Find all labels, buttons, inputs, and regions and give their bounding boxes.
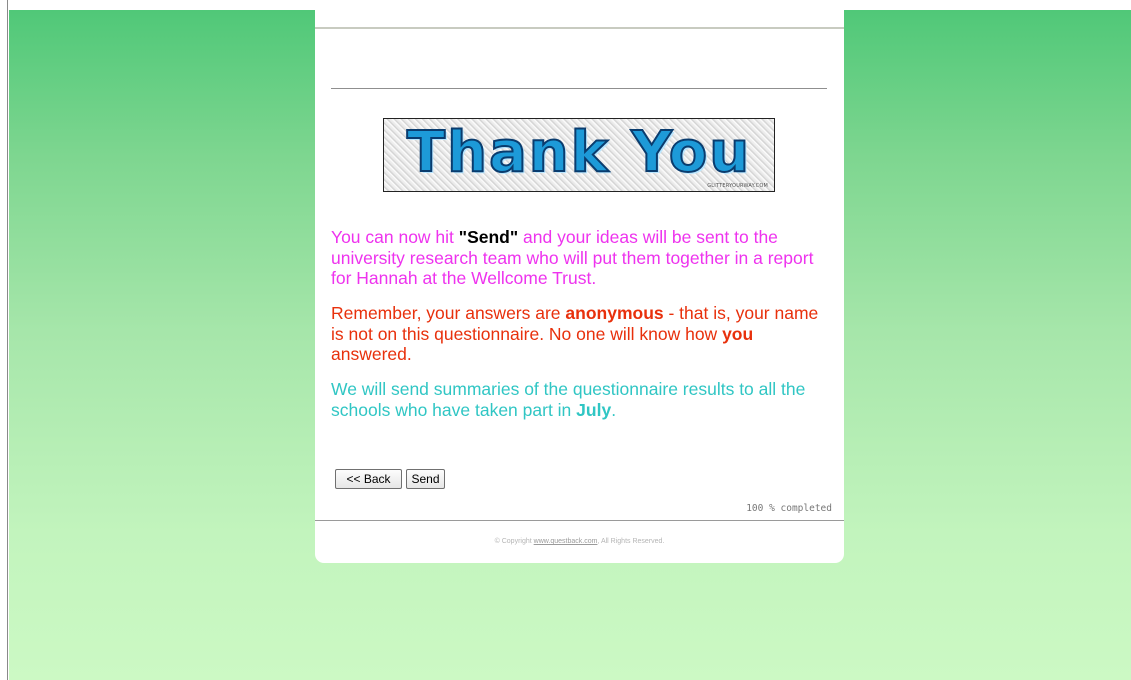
- send-instruction-text-start: You can now hit: [331, 227, 459, 247]
- content-divider: [331, 88, 827, 89]
- you-keyword: you: [722, 323, 754, 344]
- back-button[interactable]: << Back: [335, 469, 402, 489]
- anonymity-text-end: answered.: [331, 344, 412, 364]
- anonymous-keyword: anonymous: [565, 303, 664, 323]
- thank-you-banner-image: Thank You GLITTERYOURWAY.COM: [383, 118, 775, 192]
- progress-indicator: 100 % completed: [746, 503, 832, 514]
- copyright-suffix: , All Rights Reserved.: [597, 538, 665, 545]
- july-keyword: July: [576, 399, 612, 420]
- results-text-end: .: [611, 399, 617, 420]
- anonymity-paragraph: Remember, your answers are anonymous - t…: [331, 303, 831, 365]
- send-keyword: "Send": [458, 227, 519, 247]
- footer-divider: [315, 520, 844, 521]
- questback-link[interactable]: www.questback.com: [534, 538, 598, 545]
- send-instruction-paragraph: You can now hit "Send" and your ideas wi…: [331, 227, 831, 289]
- thank-you-banner-text: Thank You: [406, 120, 752, 185]
- results-summary-paragraph: We will send summaries of the questionna…: [331, 379, 831, 420]
- survey-card: Thank You GLITTERYOURWAY.COM You can now…: [315, 10, 844, 563]
- header-divider: [315, 27, 844, 29]
- copyright-prefix: © Copyright: [494, 538, 534, 545]
- copyright-footer: © Copyright www.questback.com, All Right…: [315, 538, 844, 545]
- window-left-border: [0, 0, 8, 680]
- anonymity-text-start: Remember, your answers are: [331, 303, 566, 323]
- send-button[interactable]: Send: [406, 469, 445, 489]
- banner-credit: GLITTERYOURWAY.COM: [707, 183, 768, 189]
- results-text-start: We will send summaries of the questionna…: [331, 379, 806, 420]
- window-top-strip: [8, 0, 1131, 10]
